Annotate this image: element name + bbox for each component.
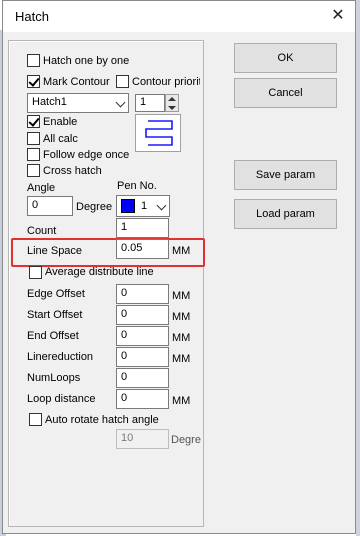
spin-up-icon[interactable] (168, 97, 176, 101)
hatch-dialog: Hatch ✕ Hatch one by one Mark Contour Co… (2, 0, 356, 534)
chevron-down-icon (156, 200, 167, 211)
edge-offset-unit: MM (172, 290, 191, 302)
dialog-body: Hatch one by one Mark Contour Contour pr… (8, 32, 350, 528)
contour-priority-label: Contour priorit (132, 76, 200, 88)
close-icon[interactable]: ✕ (327, 5, 349, 27)
save-param-button[interactable]: Save param (234, 160, 337, 190)
edge-offset-label: Edge Offset (27, 288, 85, 300)
linereduction-unit: MM (172, 353, 191, 365)
line-space-value: 0.05 (121, 242, 143, 254)
cancel-button[interactable]: Cancel (234, 78, 337, 108)
loop-distance-label: Loop distance (27, 393, 96, 405)
hatch-count-value: 1 (140, 96, 147, 108)
hatch-select[interactable]: Hatch1 (27, 93, 129, 113)
num-loops-label: NumLoops (27, 372, 81, 384)
all-calc-checkbox[interactable] (27, 132, 40, 145)
angle-label: Angle (27, 182, 56, 194)
angle-value: 0 (32, 199, 39, 211)
edge-offset-input[interactable]: 0 (116, 284, 169, 304)
follow-edge-once-label: Follow edge once (43, 149, 130, 161)
hatch-count-spinner[interactable] (165, 94, 179, 112)
contour-priority-checkbox[interactable] (116, 75, 129, 88)
end-offset-input[interactable]: 0 (116, 326, 169, 346)
hatch-select-value: Hatch1 (32, 96, 67, 108)
enable-checkbox[interactable] (27, 115, 40, 128)
end-offset-label: End Offset (27, 330, 79, 342)
mark-contour-label: Mark Contour (43, 76, 110, 88)
rotate-angle-unit: Degre (171, 434, 201, 446)
start-offset-label: Start Offset (27, 309, 83, 321)
start-offset-value: 0 (121, 308, 128, 320)
line-space-label: Line Space (27, 245, 83, 257)
linereduction-input[interactable]: 0 (116, 347, 169, 367)
follow-edge-once-checkbox[interactable] (27, 148, 40, 161)
count-value: 1 (121, 221, 128, 233)
loop-distance-input[interactable]: 0 (116, 389, 169, 409)
line-space-unit: MM (172, 245, 191, 257)
end-offset-value: 0 (121, 329, 128, 341)
cross-hatch-checkbox[interactable] (27, 164, 40, 177)
spin-down-icon[interactable] (168, 106, 176, 110)
all-calc-label: All calc (43, 133, 78, 145)
chevron-down-icon (115, 97, 126, 108)
line-space-input[interactable]: 0.05 (116, 239, 169, 259)
enable-label: Enable (43, 116, 78, 128)
pen-color-swatch (121, 199, 135, 213)
average-distribute-line-label: Average distribute line (45, 266, 154, 278)
num-loops-input[interactable]: 0 (116, 368, 169, 388)
count-label: Count (27, 225, 57, 237)
linereduction-label: Linereduction (27, 351, 94, 363)
count-input[interactable]: 1 (116, 218, 169, 238)
hatch-count-input[interactable]: 1 (135, 94, 165, 112)
angle-unit: Degree (76, 201, 113, 213)
auto-rotate-label: Auto rotate hatch angle (45, 414, 159, 426)
average-distribute-line-checkbox[interactable] (29, 266, 42, 279)
pattern-preview-graphic (145, 120, 173, 146)
hatch-one-by-one-checkbox[interactable] (27, 54, 40, 67)
edge-offset-value: 0 (121, 287, 128, 299)
load-param-button[interactable]: Load param (234, 199, 337, 229)
serpentine-hatch-icon[interactable] (135, 114, 181, 152)
loop-distance-value: 0 (121, 392, 128, 404)
mark-contour-checkbox[interactable] (27, 75, 40, 88)
title-bar: Hatch ✕ (3, 1, 355, 32)
cross-hatch-label: Cross hatch (43, 165, 102, 177)
rotate-angle-input: 10 (116, 429, 169, 449)
loop-distance-unit: MM (172, 395, 191, 407)
pen-select-value: 1 (141, 200, 148, 212)
pen-no-label: Pen No. (117, 180, 157, 192)
start-offset-input[interactable]: 0 (116, 305, 169, 325)
pen-select[interactable]: 1 (116, 195, 170, 217)
auto-rotate-checkbox[interactable] (29, 413, 42, 426)
num-loops-value: 0 (121, 371, 128, 383)
end-offset-unit: MM (172, 332, 191, 344)
linereduction-value: 0 (121, 350, 128, 362)
start-offset-unit: MM (172, 311, 191, 323)
ok-button[interactable]: OK (234, 43, 337, 73)
dialog-title: Hatch (15, 9, 49, 24)
rotate-angle-value: 10 (121, 432, 134, 444)
angle-input[interactable]: 0 (27, 196, 73, 216)
hatch-one-by-one-label: Hatch one by one (43, 55, 130, 67)
background-strip-right (356, 0, 360, 536)
